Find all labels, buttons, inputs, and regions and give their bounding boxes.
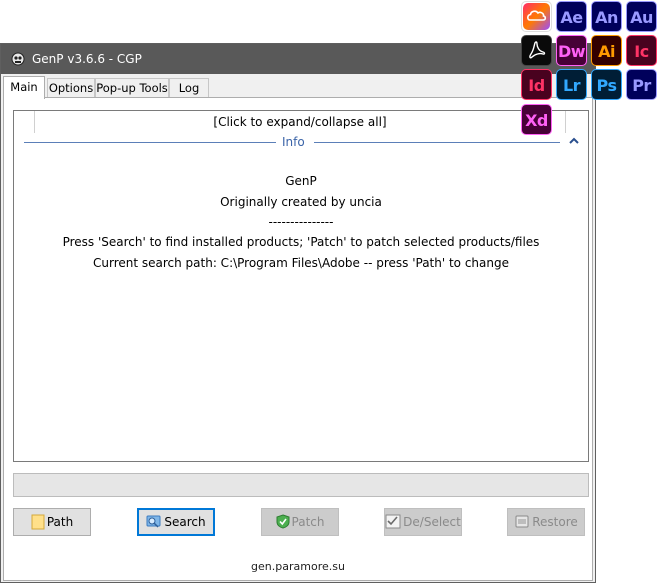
title-bar[interactable]: GenP v3.6.6 - CGP (1, 44, 595, 74)
xd-label: Xd (525, 111, 548, 130)
acrobat-icon[interactable] (521, 35, 552, 66)
checkbox-list-icon (385, 514, 401, 529)
info-line-instructions: Press 'Search' to find installed product… (62, 235, 540, 249)
after-effects-icon[interactable]: Ae (556, 1, 587, 32)
patch-button[interactable]: Patch (261, 508, 339, 536)
shield-check-icon (276, 514, 290, 529)
incopy-icon[interactable]: Ic (626, 35, 657, 66)
restore-icon (515, 515, 529, 528)
premiere-pro-icon[interactable]: Pr (626, 69, 657, 100)
expand-collapse-all-header[interactable]: [Click to expand/collapse all] (34, 111, 566, 133)
dreamweaver-label: Dw (557, 42, 586, 61)
indesign-label: Id (528, 76, 545, 95)
premiere-pro-label: Pr (632, 76, 651, 95)
audition-icon[interactable]: Au (626, 1, 657, 32)
info-line-app-name: GenP (285, 174, 317, 188)
tab-options[interactable]: Options (47, 78, 95, 98)
patch-button-label: Patch (291, 515, 325, 529)
animate-label: An (595, 8, 618, 27)
indesign-icon[interactable]: Id (521, 69, 552, 100)
tab-main[interactable]: Main (3, 76, 45, 99)
search-button[interactable]: Search (137, 508, 215, 536)
animate-icon[interactable]: An (591, 1, 622, 32)
tab-options-label: Options (48, 81, 94, 95)
tab-main-label: Main (10, 80, 38, 94)
tab-popup-tools[interactable]: Pop-up Tools (95, 78, 169, 98)
audition-label: Au (630, 8, 653, 27)
illustrator-label: Ai (598, 42, 615, 61)
folder-icon (31, 514, 45, 529)
path-button-label: Path (46, 515, 74, 529)
search-button-label: Search (164, 515, 206, 529)
dreamweaver-icon[interactable]: Dw (556, 35, 587, 66)
tab-log[interactable]: Log (169, 78, 209, 98)
chevron-up-icon[interactable] (569, 137, 579, 145)
main-tab-panel: [Click to expand/collapse all] Info GenP… (3, 97, 593, 581)
tab-log-label: Log (178, 81, 200, 95)
deselect-button[interactable]: De/Select (384, 508, 462, 536)
photoshop-icon[interactable]: Ps (591, 69, 622, 100)
restore-button-label: Restore (532, 515, 578, 529)
lightroom-label: Lr (562, 76, 581, 95)
restore-button[interactable]: Restore (507, 508, 585, 536)
group-separator-right (314, 142, 560, 143)
group-separator-left (24, 142, 276, 143)
info-line-search-path: Current search path: C:\Program Files\Ad… (92, 256, 509, 270)
creative-cloud-logo (523, 3, 550, 30)
photoshop-label: Ps (596, 76, 617, 95)
creative-cloud-icon[interactable] (521, 1, 552, 32)
xd-icon[interactable]: Xd (521, 104, 552, 135)
footer-link[interactable]: gen.paramore.su (4, 560, 592, 573)
lightroom-icon[interactable]: Lr (556, 69, 587, 100)
deselect-button-label: De/Select (403, 515, 461, 529)
search-icon (146, 515, 161, 528)
illustrator-icon[interactable]: Ai (591, 35, 622, 66)
acrobat-logo (529, 41, 546, 59)
info-line-separator: --------------- (268, 215, 334, 229)
after-effects-label: Ae (560, 8, 583, 27)
info-group-title[interactable]: Info (282, 134, 305, 150)
window-title: GenP v3.6.6 - CGP (32, 52, 142, 66)
genp-window: GenP v3.6.6 - CGP Main Options Pop-up To… (0, 43, 596, 583)
tab-popup-tools-label: Pop-up Tools (96, 81, 168, 95)
path-button[interactable]: Path (13, 508, 91, 536)
incopy-label: Ic (634, 42, 649, 61)
info-tree-view[interactable]: [Click to expand/collapse all] Info GenP… (13, 110, 589, 462)
info-line-credits: Originally created by uncia (220, 195, 382, 209)
progress-bar (13, 473, 589, 497)
genp-app-icon (11, 52, 25, 66)
